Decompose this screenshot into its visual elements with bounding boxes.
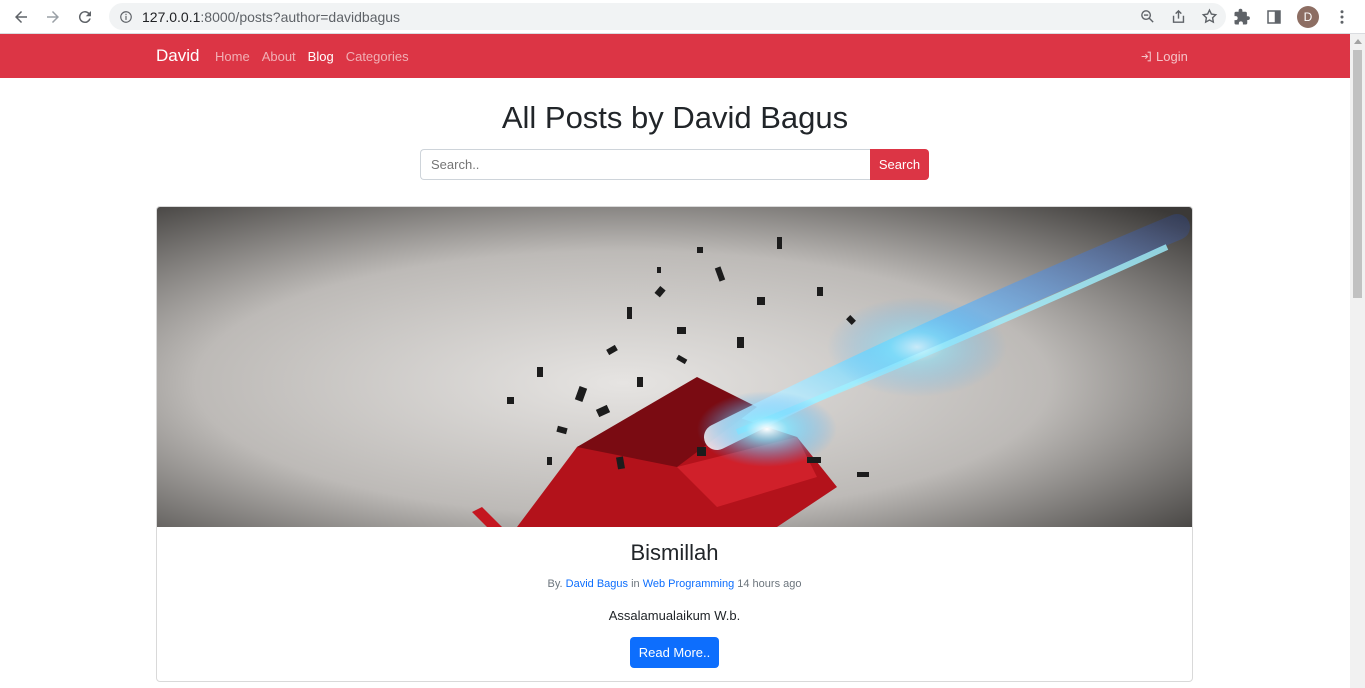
- search-form: Search: [420, 149, 929, 180]
- meta-in: in: [631, 578, 640, 590]
- post-time: 14 hours ago: [737, 578, 802, 590]
- login-link[interactable]: Login: [1140, 49, 1188, 64]
- post-title[interactable]: Bismillah: [157, 540, 1192, 566]
- bookmark-star-icon[interactable]: [1201, 8, 1218, 25]
- reload-icon: [78, 10, 91, 23]
- search-button[interactable]: Search: [870, 149, 929, 180]
- meta-prefix: By.: [547, 578, 563, 590]
- extensions-puzzle-icon[interactable]: [1233, 8, 1251, 26]
- navbar-brand[interactable]: David: [156, 46, 199, 66]
- site-navbar: David Home About Blog Categories Login: [0, 34, 1350, 78]
- navbar-menu: Home About Blog Categories: [215, 49, 409, 64]
- kebab-menu-icon[interactable]: [1333, 8, 1351, 26]
- browser-toolbar: 127.0.0.1:8000/posts?author=davidbagus D: [0, 0, 1365, 34]
- page-title: All Posts by David Bagus: [501, 100, 849, 135]
- post-card: Bismillah By. David Bagus in Web Program…: [156, 206, 1193, 682]
- profile-avatar[interactable]: D: [1297, 6, 1319, 28]
- login-icon: [1141, 51, 1151, 62]
- forward-arrow-icon: [47, 10, 59, 23]
- url-text[interactable]: 127.0.0.1:8000/posts?author=davidbagus: [142, 9, 400, 25]
- nav-item-home[interactable]: Home: [215, 49, 250, 64]
- read-more-button[interactable]: Read More..: [630, 637, 719, 668]
- back-button[interactable]: [5, 1, 37, 33]
- post-excerpt: Assalamualaikum W.b.: [608, 608, 741, 623]
- scroll-up-arrow-icon[interactable]: [1354, 39, 1362, 44]
- post-meta: By. David Bagus in Web Programming 14 ho…: [157, 578, 1192, 590]
- share-icon[interactable]: [1170, 8, 1187, 25]
- nav-item-blog[interactable]: Blog: [308, 49, 334, 64]
- page-scrollbar[interactable]: [1350, 34, 1365, 688]
- post-image: [157, 207, 1192, 527]
- nav-item-categories[interactable]: Categories: [346, 49, 409, 64]
- login-label: Login: [1156, 49, 1188, 64]
- address-bar[interactable]: 127.0.0.1:8000/posts?author=davidbagus: [109, 3, 1226, 30]
- nav-item-about[interactable]: About: [262, 49, 296, 64]
- search-input[interactable]: [420, 149, 870, 180]
- side-panel-icon[interactable]: [1265, 8, 1283, 26]
- forward-button[interactable]: [37, 1, 69, 33]
- zoom-icon[interactable]: [1139, 8, 1156, 25]
- info-icon[interactable]: [119, 10, 133, 24]
- url-host: 127.0.0.1: [142, 8, 201, 25]
- back-arrow-icon: [15, 10, 27, 23]
- category-link[interactable]: Web Programming: [643, 578, 735, 590]
- author-link[interactable]: David Bagus: [566, 578, 628, 590]
- url-path: :8000/posts?author=davidbagus: [200, 8, 401, 25]
- reload-button[interactable]: [69, 1, 101, 33]
- scrollbar-thumb[interactable]: [1353, 50, 1362, 298]
- page-viewport: David Home About Blog Categories Login A…: [0, 34, 1350, 688]
